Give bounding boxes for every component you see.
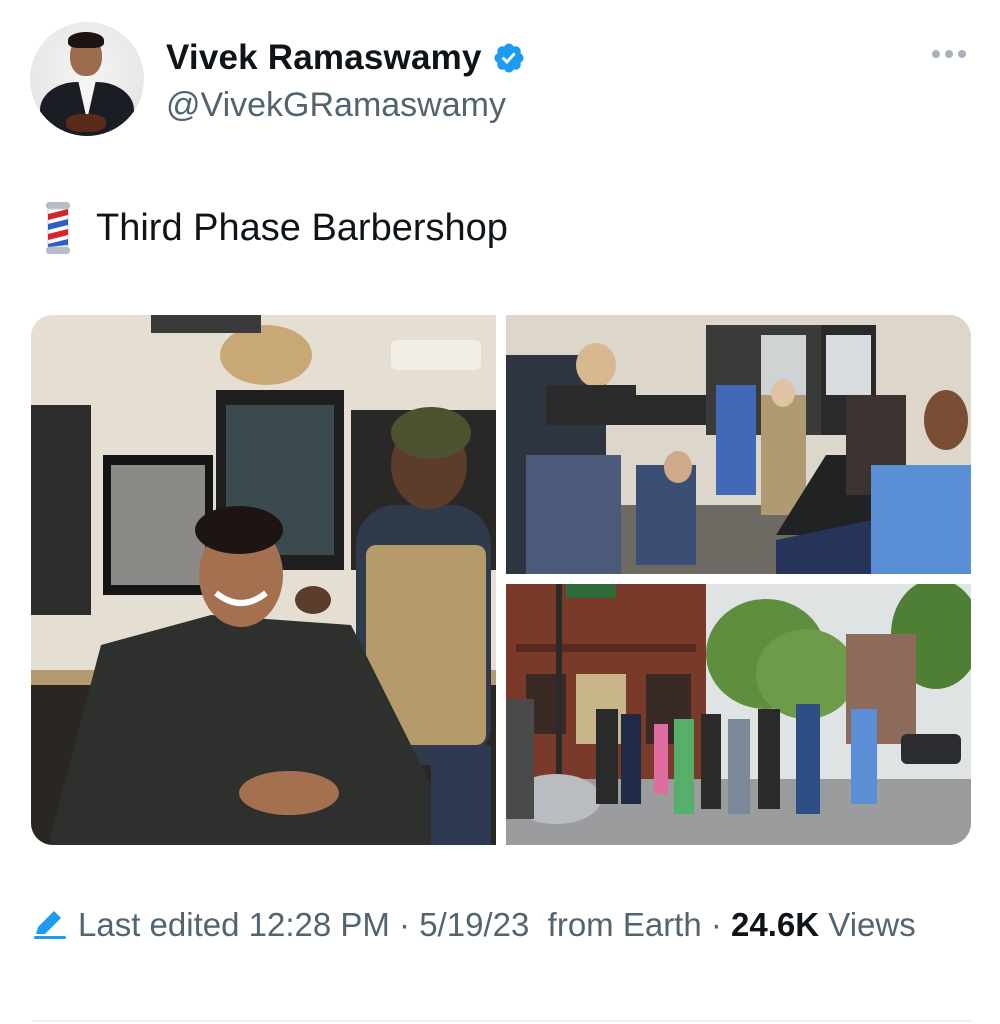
dot [958,50,966,58]
street-corner-group-photo[interactable] [506,584,971,845]
divider [32,1020,972,1022]
views-count[interactable]: 24.6K [731,906,819,943]
photo-illustration [506,315,971,574]
tweet-footer: Last edited 12:28 PM · 5/19/23 from Eart… [32,904,932,946]
avatar-hands [66,114,106,132]
dot [945,50,953,58]
barbershop-haircut-photo[interactable] [31,315,496,845]
dot [932,50,940,58]
views-label: Views [828,906,916,943]
tweet-header: Vivek Ramaswamy @VivekGRamaswamy [30,22,970,138]
separator: · [710,906,722,943]
edited-timestamp[interactable]: Last edited 12:28 PM · 5/19/23 [78,906,529,943]
media-grid[interactable] [31,315,971,845]
avatar[interactable] [30,22,144,136]
more-dots-icon[interactable] [932,50,966,58]
post-source: from Earth [547,906,702,943]
author-display-name[interactable]: Vivek Ramaswamy [166,38,482,78]
avatar-hair [68,32,104,48]
photo-illustration [31,315,496,845]
tweet-body: Third Phase Barbershop [96,206,508,249]
tweet-text: Third Phase Barbershop [42,202,508,254]
verified-badge-icon [494,43,524,73]
barber-pole-icon [46,202,70,254]
pencil-icon [34,911,66,939]
press-cameras-in-barbershop-photo[interactable] [506,315,971,574]
author-handle[interactable]: @VivekGRamaswamy [166,86,506,125]
author-name-row[interactable]: Vivek Ramaswamy [166,38,526,78]
photo-illustration [506,584,971,845]
